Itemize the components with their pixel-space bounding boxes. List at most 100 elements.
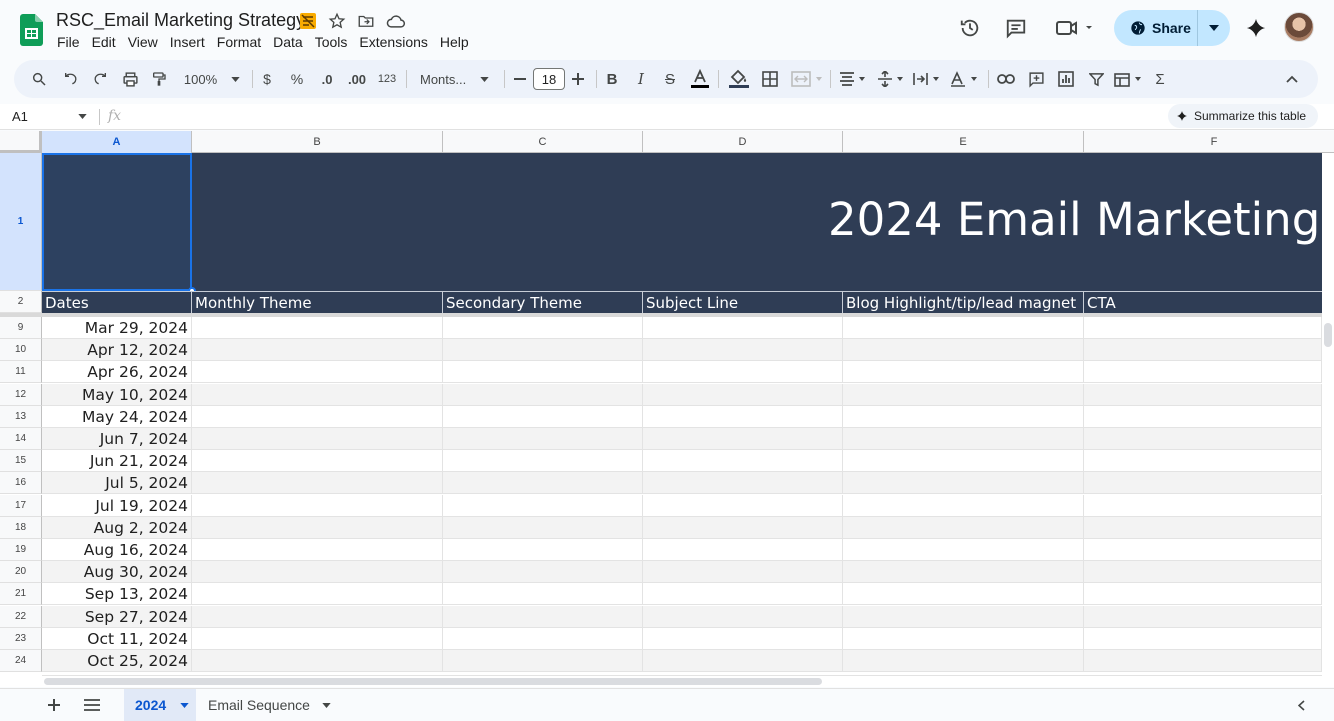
empty-cell[interactable] (1084, 583, 1322, 606)
empty-cell[interactable] (643, 516, 843, 539)
empty-cell[interactable] (843, 472, 1084, 495)
empty-cell[interactable] (192, 516, 443, 539)
text-wrapping-icon[interactable] (910, 60, 944, 98)
empty-cell[interactable] (443, 561, 643, 584)
empty-cell[interactable] (843, 494, 1084, 517)
empty-cell[interactable] (1084, 539, 1322, 561)
filter-icon[interactable] (1084, 60, 1108, 98)
header-blog-highlight[interactable]: Blog Highlight/tip/lead magnet (843, 292, 1084, 314)
empty-cell[interactable] (643, 494, 843, 517)
horizontal-scrollbar[interactable] (42, 675, 1322, 687)
paint-format-icon[interactable] (148, 60, 170, 98)
empty-cell[interactable] (643, 383, 843, 406)
title-banner[interactable]: 2024 Email Marketing St (42, 153, 1334, 291)
empty-cell[interactable] (443, 317, 643, 339)
empty-cell[interactable] (443, 450, 643, 473)
header-subject-line[interactable]: Subject Line (643, 292, 843, 314)
empty-cell[interactable] (443, 472, 643, 495)
empty-cell[interactable] (443, 339, 643, 362)
move-folder-icon[interactable] (356, 11, 376, 31)
empty-cell[interactable] (192, 383, 443, 406)
sheet-tab-email-sequence[interactable]: Email Sequence (208, 689, 338, 721)
empty-cell[interactable] (643, 650, 843, 672)
column-header-a[interactable]: A (42, 131, 192, 153)
row-header-2[interactable]: 2 (0, 291, 42, 313)
select-all-corner[interactable] (0, 131, 42, 153)
empty-cell[interactable] (443, 605, 643, 628)
empty-cell[interactable] (843, 405, 1084, 428)
user-avatar[interactable] (1284, 12, 1314, 42)
empty-cell[interactable] (192, 317, 443, 339)
row-header[interactable]: 22 (0, 605, 42, 628)
empty-cell[interactable] (192, 450, 443, 473)
selected-cell-a1[interactable] (42, 153, 192, 291)
text-rotation-icon[interactable] (948, 60, 982, 98)
empty-cell[interactable] (1084, 650, 1322, 672)
date-cell[interactable]: Apr 12, 2024 (42, 339, 192, 362)
row-header[interactable]: 19 (0, 539, 42, 561)
date-cell[interactable]: Aug 16, 2024 (42, 539, 192, 561)
menu-view[interactable]: View (123, 34, 163, 50)
column-header-d[interactable]: D (643, 131, 843, 153)
search-menus-icon[interactable] (28, 60, 50, 98)
print-icon[interactable] (119, 60, 141, 98)
empty-cell[interactable] (1084, 428, 1322, 450)
row-header[interactable]: 14 (0, 428, 42, 450)
header-monthly-theme[interactable]: Monthly Theme (192, 292, 443, 314)
empty-cell[interactable] (443, 405, 643, 428)
row-header[interactable]: 11 (0, 361, 42, 384)
collapse-sidepanel-icon[interactable] (1298, 689, 1314, 721)
empty-cell[interactable] (843, 627, 1084, 650)
column-header-f[interactable]: F (1084, 131, 1334, 153)
merge-cells-icon[interactable] (788, 60, 828, 98)
empty-cell[interactable] (843, 383, 1084, 406)
font-family-select[interactable]: Monts... (414, 60, 498, 98)
empty-cell[interactable] (843, 428, 1084, 450)
date-cell[interactable]: Jul 19, 2024 (42, 494, 192, 517)
empty-cell[interactable] (192, 627, 443, 650)
empty-cell[interactable] (1084, 361, 1322, 384)
increase-decimal-button[interactable]: .00 (344, 60, 370, 98)
header-secondary-theme[interactable]: Secondary Theme (443, 292, 643, 314)
empty-cell[interactable] (1084, 516, 1322, 539)
empty-cell[interactable] (192, 405, 443, 428)
empty-cell[interactable] (643, 317, 843, 339)
filter-views-icon[interactable] (1112, 60, 1146, 98)
empty-cell[interactable] (843, 605, 1084, 628)
row-header[interactable]: 17 (0, 494, 42, 517)
functions-icon[interactable]: Σ (1150, 60, 1170, 98)
menu-insert[interactable]: Insert (165, 34, 210, 50)
add-sheet-icon[interactable] (48, 689, 66, 721)
date-cell[interactable]: Aug 30, 2024 (42, 561, 192, 584)
date-cell[interactable]: May 10, 2024 (42, 383, 192, 406)
empty-cell[interactable] (192, 361, 443, 384)
borders-icon[interactable] (758, 60, 782, 98)
sheets-logo-icon[interactable] (20, 14, 43, 46)
empty-cell[interactable] (443, 583, 643, 606)
empty-cell[interactable] (1084, 405, 1322, 428)
row-header-1[interactable]: 1 (0, 153, 42, 291)
share-dropdown-button[interactable] (1198, 10, 1230, 46)
name-box[interactable]: A1 (12, 109, 28, 124)
date-cell[interactable]: Aug 2, 2024 (42, 516, 192, 539)
menu-file[interactable]: File (52, 34, 85, 50)
empty-cell[interactable] (192, 561, 443, 584)
row-header[interactable]: 12 (0, 383, 42, 406)
empty-cell[interactable] (443, 539, 643, 561)
cloud-saved-icon[interactable] (386, 11, 406, 31)
spreadsheet-grid[interactable]: A B C D E F 1 2 2024 Email Marketing St … (0, 131, 1334, 687)
sheet-tab-2024[interactable]: 2024 (124, 689, 196, 721)
chevron-down-icon[interactable] (180, 702, 189, 708)
row-header[interactable]: 13 (0, 405, 42, 428)
menu-extensions[interactable]: Extensions (354, 34, 432, 50)
empty-cell[interactable] (643, 627, 843, 650)
empty-cell[interactable] (1084, 472, 1322, 495)
date-cell[interactable]: Mar 29, 2024 (42, 317, 192, 339)
empty-cell[interactable] (443, 627, 643, 650)
empty-cell[interactable] (1084, 383, 1322, 406)
vertical-scrollbar[interactable] (1322, 317, 1334, 687)
row-header[interactable]: 23 (0, 627, 42, 650)
empty-cell[interactable] (1084, 494, 1322, 517)
empty-cell[interactable] (192, 583, 443, 606)
version-history-icon[interactable] (956, 14, 984, 42)
